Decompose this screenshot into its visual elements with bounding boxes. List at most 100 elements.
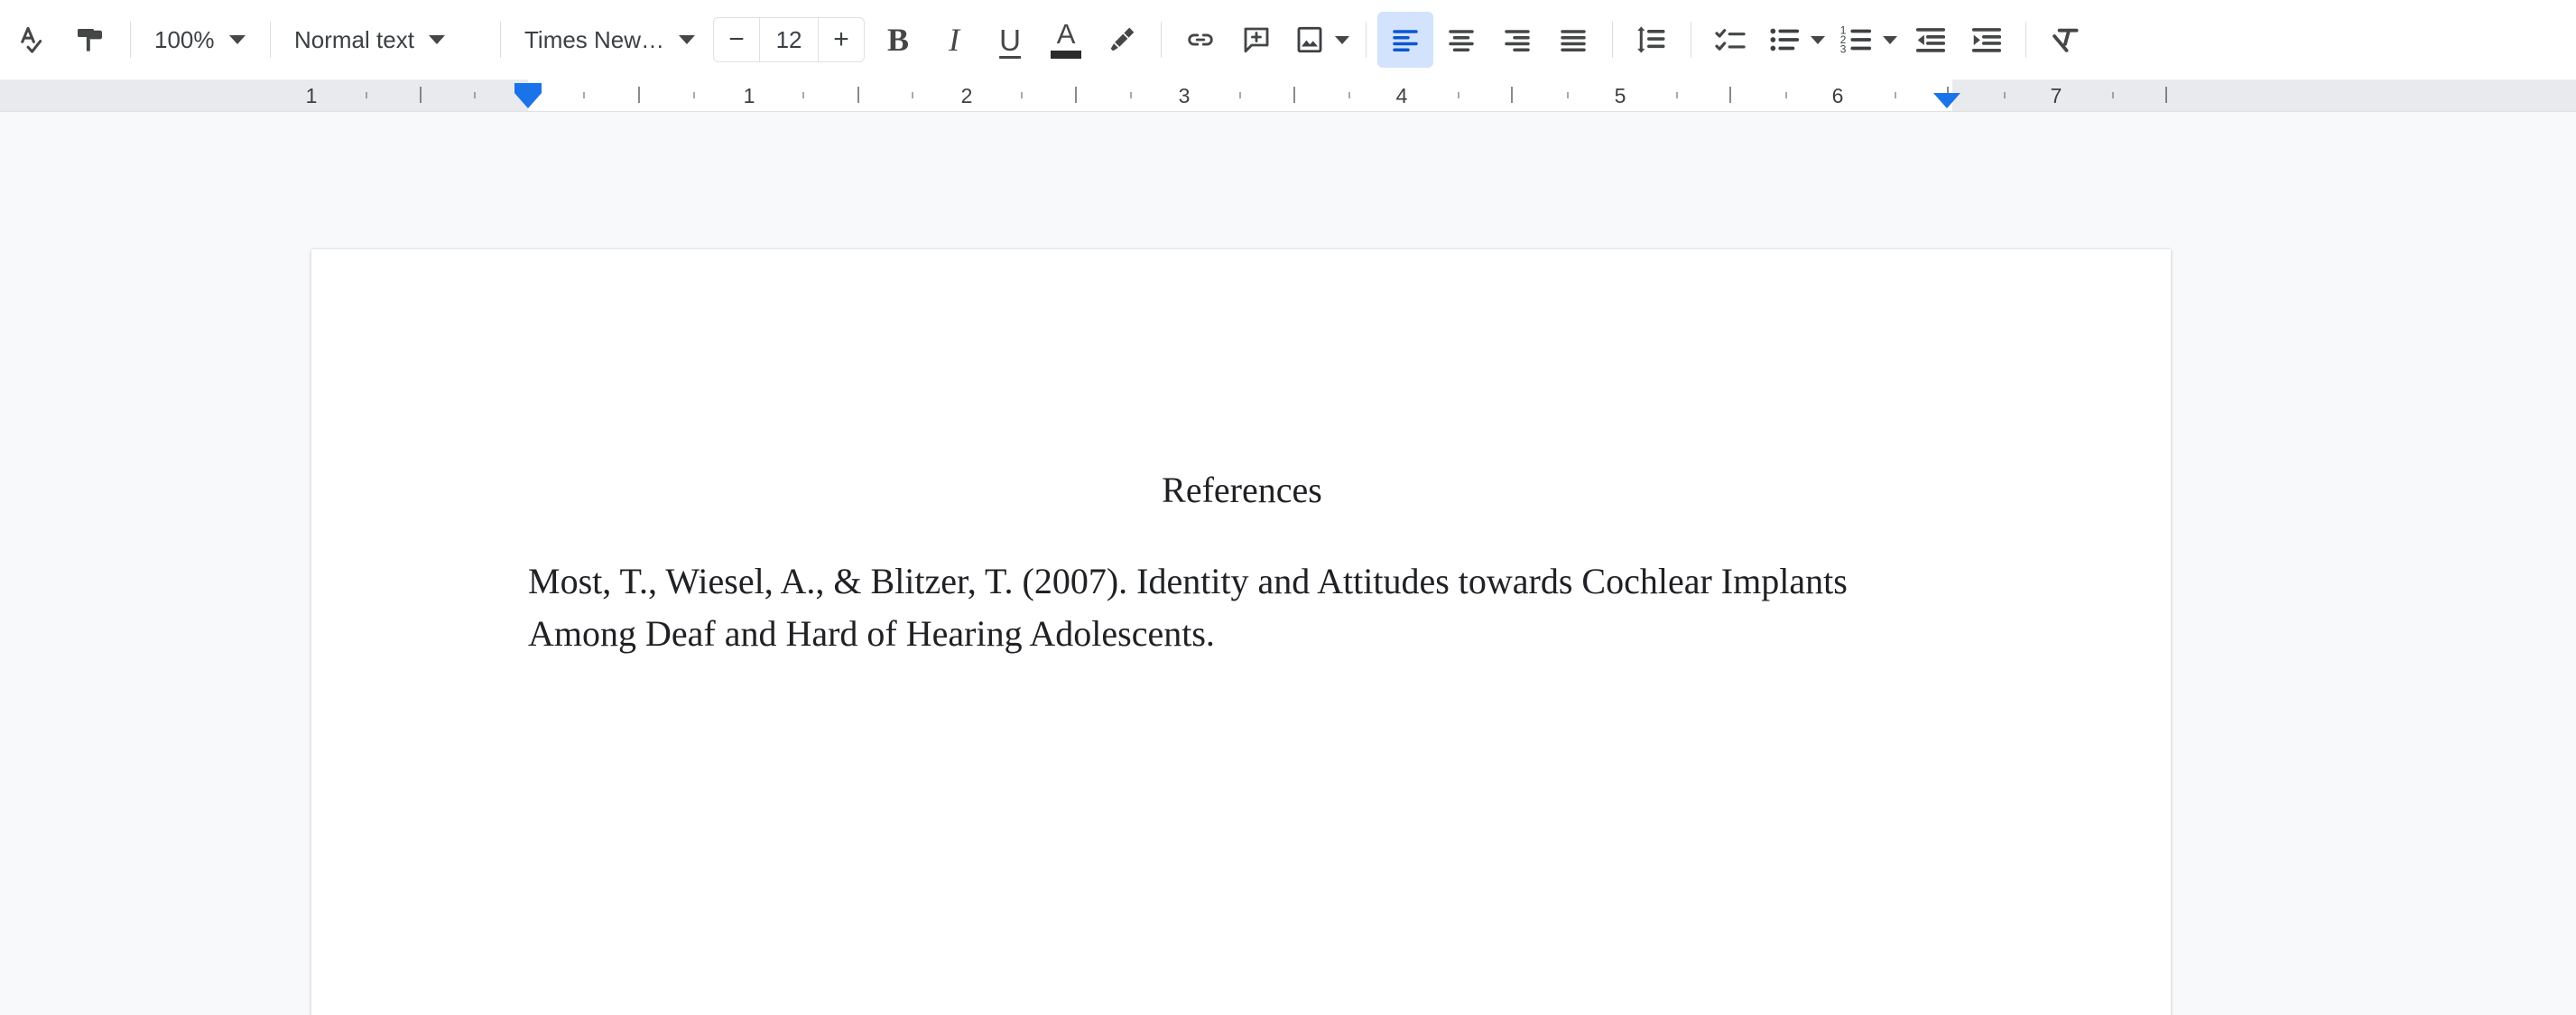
ruler-tick-major — [1075, 87, 1077, 103]
align-left-icon — [1393, 30, 1418, 51]
document-canvas[interactable]: References Most, T., Wiesel, A., & Blitz… — [0, 112, 2576, 1015]
ruler-tick-minor — [366, 92, 367, 98]
ruler-tick-minor — [1239, 92, 1241, 98]
font-family-value: Times New… — [524, 25, 665, 53]
paragraph-style-selector[interactable]: Normal text — [282, 12, 489, 68]
ruler-tick-major — [1511, 87, 1513, 103]
paint-format-button[interactable] — [63, 12, 119, 68]
add-comment-button[interactable] — [1228, 12, 1284, 68]
numbered-list-button[interactable]: 1 2 3 — [1830, 12, 1903, 68]
font-size-stepper[interactable]: − 12 + — [713, 17, 866, 62]
text-color-button[interactable]: A — [1038, 12, 1094, 68]
paragraph-style-value: Normal text — [294, 25, 414, 53]
document-ruler[interactable]: 1 1 2 3 4 5 6 7 — [0, 79, 2576, 112]
toolbar-divider — [500, 22, 501, 58]
text-color-icon: A — [1056, 18, 1076, 51]
first-line-indent-marker[interactable] — [514, 83, 542, 93]
align-right-icon — [1505, 30, 1530, 51]
left-indent-marker[interactable] — [514, 93, 542, 108]
ruler-number: 4 — [1395, 84, 1408, 107]
link-icon — [1188, 33, 1213, 46]
ruler-number: 1 — [305, 84, 318, 107]
align-justify-button[interactable] — [1545, 12, 1601, 68]
ruler-tick-minor — [1676, 92, 1678, 98]
ruler-number: 7 — [2050, 84, 2062, 107]
bulleted-list-button[interactable] — [1758, 12, 1830, 68]
ruler-tick-minor — [1895, 92, 1896, 98]
reference-entry: Most, T., Wiesel, A., & Blitzer, T. (200… — [528, 561, 1848, 654]
align-left-button[interactable] — [1377, 12, 1434, 68]
ruler-tick-minor — [912, 92, 913, 98]
svg-text:3: 3 — [1840, 42, 1847, 55]
insert-image-icon — [1297, 26, 1322, 53]
ruler-tick-major — [2165, 87, 2167, 103]
line-spacing-icon — [1637, 26, 1665, 53]
align-center-icon — [1449, 30, 1474, 51]
line-spacing-button[interactable] — [1624, 12, 1680, 68]
checklist-button[interactable] — [1702, 12, 1758, 68]
ruler-number: 5 — [1614, 84, 1626, 107]
toolbar-divider — [1366, 22, 1367, 58]
chevron-down-icon — [228, 35, 246, 44]
bold-icon: B — [887, 22, 910, 58]
numbered-list-icon: 1 2 3 — [1840, 24, 1872, 55]
ruler-tick-minor — [1567, 92, 1569, 98]
toolbar-divider — [2025, 22, 2027, 58]
bulleted-list-icon — [1770, 28, 1800, 51]
ruler-number: 3 — [1178, 84, 1191, 107]
clear-formatting-icon — [2052, 28, 2079, 52]
ruler-tick-minor — [1785, 92, 1787, 98]
ruler-number: 6 — [1831, 84, 1844, 107]
insert-link-button[interactable] — [1172, 12, 1228, 68]
chevron-down-icon — [1335, 35, 1350, 44]
chevron-down-icon — [1883, 35, 1898, 44]
text-color-swatch — [1051, 50, 1082, 59]
ruler-tick-major — [1293, 87, 1295, 103]
increase-indent-button[interactable] — [1959, 12, 2015, 68]
document-text-body[interactable]: References Most, T., Wiesel, A., & Blitz… — [528, 466, 1956, 659]
ruler-tick-minor — [802, 92, 804, 98]
toolbar-divider — [1161, 22, 1163, 58]
ruler-tick-minor — [1130, 92, 1132, 98]
align-justify-icon — [1561, 30, 1586, 51]
decrease-indent-button[interactable] — [1903, 12, 1959, 68]
toolbar-divider — [1612, 22, 1614, 58]
underline-icon: U — [999, 23, 1021, 57]
document-page[interactable]: References Most, T., Wiesel, A., & Blitz… — [311, 249, 2171, 1015]
clear-formatting-button[interactable] — [2037, 12, 2093, 68]
spellcheck-button[interactable] — [7, 12, 63, 68]
ruler-number: 2 — [960, 84, 973, 107]
chevron-down-icon — [1811, 35, 1826, 44]
right-indent-marker[interactable] — [1933, 93, 1960, 108]
highlight-color-button[interactable] — [1094, 12, 1150, 68]
ruler-tick-minor — [1458, 92, 1459, 98]
align-right-button[interactable] — [1489, 12, 1545, 68]
zoom-value: 100% — [154, 25, 215, 53]
font-family-selector[interactable]: Times New… — [512, 12, 708, 68]
increase-font-size-button[interactable]: + — [819, 18, 864, 61]
ruler-tick-minor — [693, 92, 695, 98]
chevron-down-icon — [679, 35, 696, 44]
underline-button[interactable]: U — [982, 12, 1038, 68]
paint-roller-icon — [78, 29, 102, 51]
chevron-down-icon — [428, 35, 445, 44]
ruler-tick-minor — [1348, 92, 1350, 98]
italic-button[interactable]: I — [926, 12, 982, 68]
ruler-tick-major — [1729, 87, 1731, 103]
increase-indent-icon — [1971, 28, 2002, 52]
ruler-tick-minor — [2004, 92, 2006, 98]
zoom-selector[interactable]: 100% — [142, 12, 259, 68]
italic-icon: I — [949, 22, 960, 58]
bold-button[interactable]: B — [870, 12, 926, 68]
ruler-tick-major — [420, 87, 422, 103]
insert-image-button[interactable] — [1284, 12, 1355, 68]
formatting-toolbar: 100% Normal text Times New… − 12 + B I U… — [0, 0, 2576, 79]
ruler-tick-minor — [583, 92, 585, 98]
decrease-font-size-button[interactable]: − — [714, 18, 759, 61]
ruler-tick-major — [857, 87, 859, 103]
spellcheck-icon — [21, 26, 42, 53]
align-center-button[interactable] — [1433, 12, 1489, 68]
font-size-input[interactable]: 12 — [759, 18, 820, 61]
toolbar-divider — [270, 22, 271, 58]
checklist-icon — [1715, 29, 1746, 51]
